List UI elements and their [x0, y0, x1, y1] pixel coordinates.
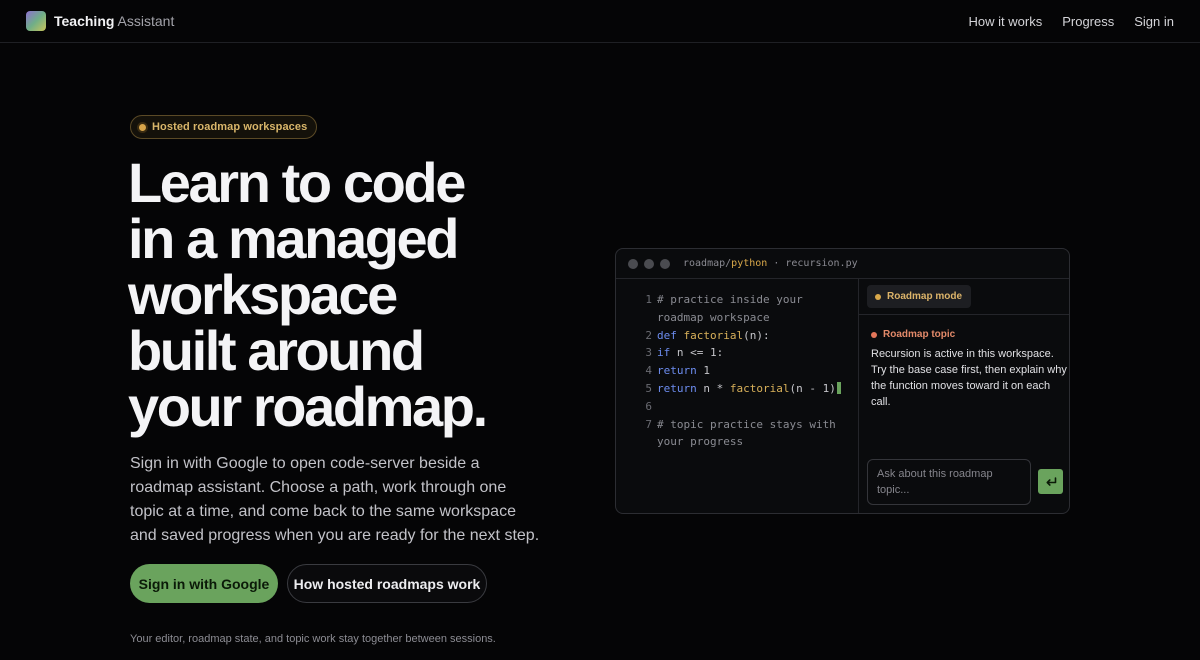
code-line: 2 def factorial(n): — [638, 327, 858, 345]
nav-link-progress[interactable]: Progress — [1062, 14, 1114, 29]
code-text: def factorial(n): — [657, 327, 853, 345]
file-path: roadmap/python · recursion.py — [683, 258, 858, 269]
brand-name-light: Assistant — [117, 13, 175, 29]
window-dot-icon — [644, 258, 654, 269]
editor-body: 1 # practice inside your roadmap workspac… — [616, 279, 1069, 513]
nav-links: How it works Progress Sign in — [969, 14, 1174, 29]
assistant-message: Recursion is active in this workspace. T… — [871, 348, 1067, 408]
hero-description: Sign in with Google to open code-server … — [130, 455, 540, 544]
badge-dot-icon — [139, 123, 146, 131]
file-path-lang: python — [731, 258, 768, 269]
line-number: 5 — [645, 381, 652, 395]
code-token: # topic practice stays with your progres… — [657, 417, 843, 449]
enter-icon — [1046, 476, 1056, 486]
code-token: return — [657, 364, 697, 378]
code-text: # practice inside your roadmap workspace — [657, 291, 853, 327]
line-number: 4 — [645, 364, 652, 378]
file-name: recursion.py — [785, 258, 858, 269]
code-token: (n): — [743, 328, 770, 342]
code-token: def — [657, 328, 684, 342]
nav-link-how-it-works[interactable]: How it works — [969, 14, 1043, 29]
line-number: 2 — [645, 328, 652, 342]
hero-footnote: Your editor, roadmap state, and topic wo… — [130, 633, 496, 645]
how-hosted-roadmaps-work-button[interactable]: How hosted roadmaps work — [287, 564, 487, 603]
code-token: if — [657, 346, 671, 360]
code-line: 6 — [638, 398, 858, 416]
code-line: 3 if n <= 1: — [638, 344, 858, 362]
line-number: 1 — [645, 293, 652, 306]
mode-row: Roadmap mode — [859, 279, 1069, 315]
code-text: return 1 — [657, 362, 853, 380]
logo-icon — [26, 11, 46, 31]
sign-in-with-google-button[interactable]: Sign in with Google — [130, 564, 278, 603]
hero-headline: Learn to code in a managed workspace bui… — [128, 155, 588, 435]
topic-dot-icon — [871, 331, 877, 338]
code-text: if n <= 1: — [657, 344, 853, 362]
line-number: 7 — [645, 417, 652, 431]
ask-roadmap-input[interactable] — [867, 459, 1031, 505]
send-button[interactable] — [1038, 469, 1063, 494]
code-token: # practice inside your roadmap workspace — [657, 293, 810, 324]
editor-titlebar: roadmap/python · recursion.py — [616, 249, 1069, 279]
headline-line: built around — [128, 319, 425, 382]
roadmap-topic-label: Roadmap topic — [883, 329, 956, 340]
workspace-preview: roadmap/python · recursion.py 1 # practic… — [615, 248, 1070, 514]
headline-line: your roadmap. — [128, 375, 488, 438]
code-text: # topic practice stays with your progres… — [657, 416, 853, 452]
window-dot-icon — [660, 258, 670, 269]
roadmap-mode-badge[interactable]: Roadmap mode — [867, 285, 972, 308]
brand-name-bold: Teaching — [54, 13, 115, 29]
code-token: (n - 1) — [789, 381, 836, 395]
window-dot-icon — [628, 258, 638, 269]
brand-name: Teaching Assistant — [54, 13, 174, 29]
nav-link-sign-in[interactable]: Sign in — [1134, 14, 1174, 29]
code-line: 1 # practice inside your roadmap workspac… — [638, 291, 858, 327]
code-pane[interactable]: 1 # practice inside your roadmap workspac… — [616, 279, 859, 513]
code-line: 4 return 1 — [638, 362, 858, 380]
roadmap-mode-label: Roadmap mode — [887, 291, 963, 302]
code-token: n * — [696, 381, 730, 395]
headline-line: Learn to code — [128, 151, 466, 214]
file-path-prefix: roadmap/ — [683, 258, 732, 269]
hero-badge: Hosted roadmap workspaces — [130, 115, 318, 139]
headline-line: workspace — [128, 263, 398, 326]
code-line: 7 # topic practice stays with your progre… — [638, 416, 858, 452]
code-line: 5 return n * factorial(n - 1) — [638, 380, 858, 398]
code-text: return n * factorial(n - 1) — [657, 380, 853, 398]
code-token: return — [657, 381, 697, 395]
roadmap-topic-heading: Roadmap topic — [871, 329, 955, 340]
line-number: 3 — [645, 346, 652, 360]
assistant-panel: Roadmap mode Roadmap topic Recursion is … — [859, 279, 1069, 513]
file-path-separator: · — [767, 258, 786, 269]
text-caret — [836, 381, 841, 394]
code-token: factorial — [683, 328, 744, 342]
brand[interactable]: Teaching Assistant — [26, 11, 174, 31]
code-token: n <= 1: — [670, 346, 724, 360]
mode-dot-icon — [875, 293, 881, 300]
hero-badge-label: Hosted roadmap workspaces — [152, 121, 308, 133]
code-token: 1 — [696, 364, 710, 378]
code-token: factorial — [729, 381, 790, 395]
top-nav: Teaching Assistant How it works Progress… — [0, 0, 1200, 43]
headline-line: in a managed — [128, 207, 459, 270]
line-number: 6 — [645, 399, 652, 413]
